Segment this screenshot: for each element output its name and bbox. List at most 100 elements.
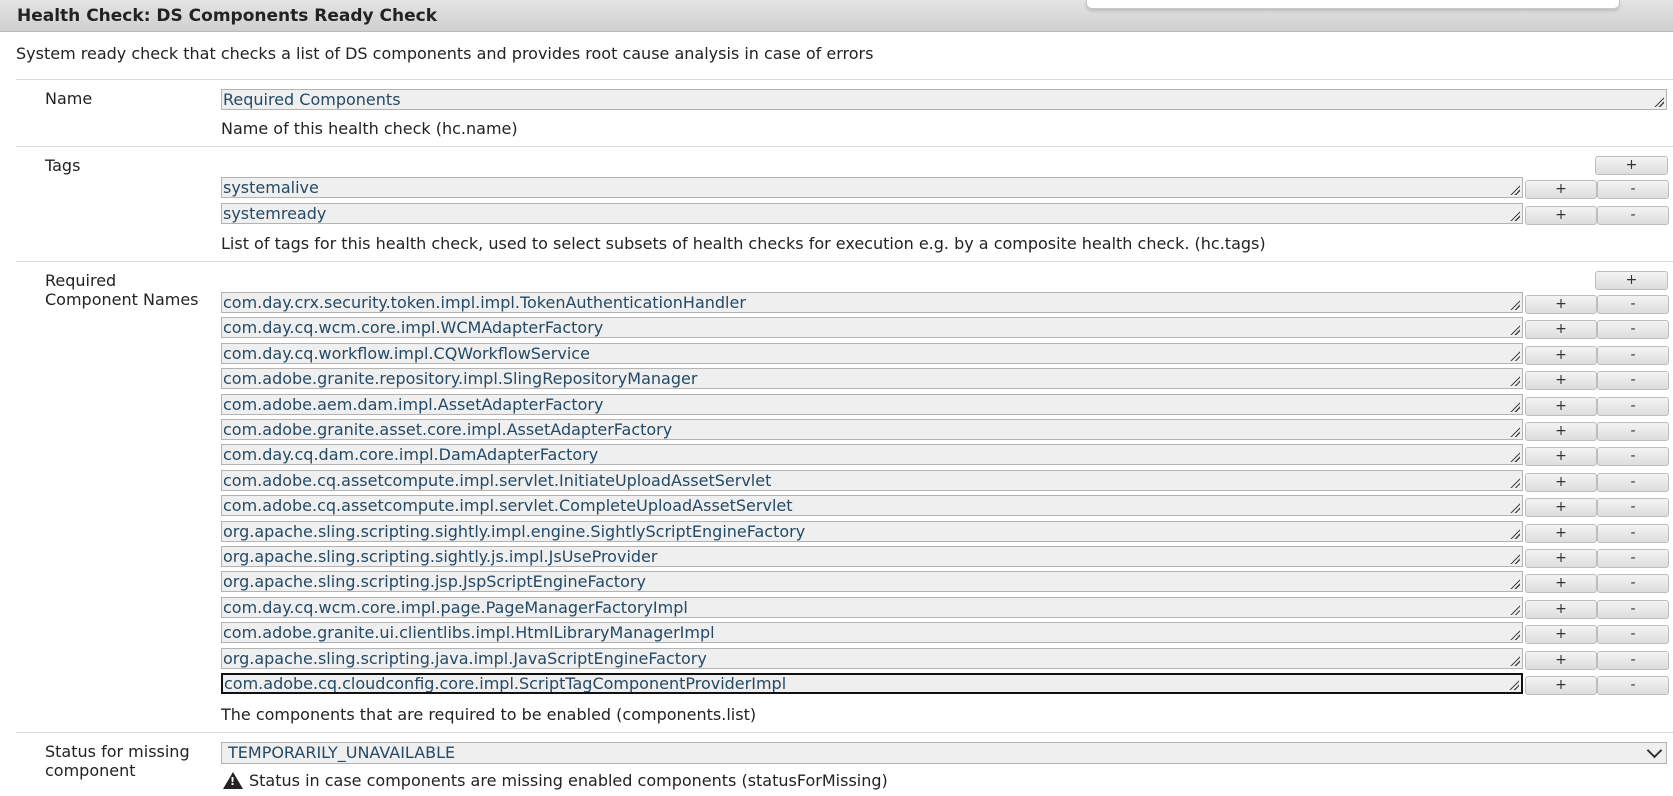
add-entry-button[interactable]: +	[1525, 320, 1597, 340]
resize-grip-icon[interactable]	[1653, 96, 1664, 107]
add-entry-button[interactable]: +	[1525, 447, 1597, 467]
components_field-input-value: org.apache.sling.scripting.sightly.js.im…	[223, 547, 658, 566]
remove-entry-button[interactable]: -	[1597, 180, 1669, 199]
resize-grip-icon[interactable]	[1509, 476, 1520, 488]
components_field-input[interactable]: com.adobe.cq.assetcompute.impl.servlet.C…	[221, 495, 1523, 517]
remove-entry-button[interactable]: -	[1597, 650, 1669, 670]
status-label: Status for missing component	[45, 742, 190, 780]
add-entry-button[interactable]: +	[1525, 625, 1597, 645]
components_field-input[interactable]: com.adobe.cq.cloudconfig.core.impl.Scrip…	[221, 673, 1523, 694]
resize-grip-icon[interactable]	[1509, 426, 1520, 437]
window-title: Health Check: DS Components Ready Check	[17, 6, 438, 26]
components_field-input[interactable]: com.day.cq.workflow.impl.CQWorkflowServi…	[221, 342, 1523, 364]
resize-grip-icon[interactable]	[1509, 184, 1520, 195]
status-label-line2: component	[45, 761, 136, 780]
add-entry-button[interactable]: +	[1525, 498, 1597, 518]
remove-entry-button[interactable]: -	[1597, 447, 1669, 467]
components_field-input[interactable]: com.day.cq.wcm.core.impl.WCMAdapterFacto…	[221, 317, 1523, 339]
name-input[interactable]: Required Components	[221, 89, 1667, 110]
components_field-input[interactable]: com.day.cq.wcm.core.impl.page.PageManage…	[221, 596, 1523, 618]
add-entry-button[interactable]: +	[1525, 205, 1597, 225]
remove-entry-button[interactable]: -	[1597, 498, 1669, 518]
remove-entry-button[interactable]: -	[1597, 205, 1669, 225]
components_field-input[interactable]: com.day.cq.dam.core.impl.DamAdapterFacto…	[221, 444, 1523, 466]
add-entry-button[interactable]: +	[1525, 180, 1597, 199]
components_field-input[interactable]: org.apache.sling.scripting.sightly.js.im…	[221, 546, 1523, 567]
remove-entry-button[interactable]: -	[1597, 422, 1669, 441]
warning-icon	[223, 772, 243, 789]
resize-grip-icon[interactable]	[1509, 578, 1520, 590]
tags_field-input[interactable]: systemalive	[221, 177, 1523, 198]
status-hint: Status in case components are missing en…	[249, 771, 888, 790]
remove-entry-button[interactable]: -	[1597, 396, 1669, 416]
remove-entry-button[interactable]: -	[1597, 295, 1669, 314]
components_field-input[interactable]: com.adobe.cq.assetcompute.impl.servlet.I…	[221, 469, 1523, 491]
status-select[interactable]: TEMPORARILY_UNAVAILABLE	[221, 742, 1667, 764]
components-hint: The components that are required to be e…	[221, 705, 757, 724]
add-entry-button[interactable]: +	[1525, 345, 1597, 365]
resize-grip-icon[interactable]	[1509, 349, 1520, 361]
resize-grip-icon[interactable]	[1509, 629, 1520, 641]
add-entry-button[interactable]: +	[1525, 396, 1597, 416]
components_field-input-value: com.adobe.cq.assetcompute.impl.servlet.I…	[223, 470, 772, 490]
components_field-input[interactable]: com.day.crx.security.token.impl.impl.Tok…	[221, 292, 1523, 313]
remove-entry-button[interactable]: -	[1597, 371, 1669, 391]
tags_field-input-value: systemready	[223, 203, 327, 223]
add-entry-button[interactable]: +	[1525, 523, 1597, 543]
name-hint: Name of this health check (hc.name)	[221, 119, 518, 138]
add-entry-button[interactable]: +	[1525, 549, 1597, 568]
components_field-input[interactable]: com.adobe.granite.repository.impl.SlingR…	[221, 368, 1523, 390]
components-add-button[interactable]: +	[1595, 271, 1668, 290]
components_field-input-value: com.adobe.granite.repository.impl.SlingR…	[223, 369, 698, 389]
components_field-input-value: org.apache.sling.scripting.java.impl.Jav…	[223, 648, 707, 668]
components_field-input-value: com.adobe.granite.ui.clientlibs.impl.Htm…	[223, 623, 715, 643]
resize-grip-icon[interactable]	[1509, 299, 1520, 310]
resize-grip-icon[interactable]	[1509, 451, 1520, 463]
resize-grip-icon[interactable]	[1509, 400, 1520, 412]
remove-entry-button[interactable]: -	[1597, 523, 1669, 543]
resize-grip-icon[interactable]	[1509, 209, 1520, 221]
resize-grip-icon[interactable]	[1509, 502, 1520, 514]
components_field-input-value: com.day.cq.workflow.impl.CQWorkflowServi…	[223, 343, 590, 363]
resize-grip-icon[interactable]	[1508, 679, 1519, 690]
resize-grip-icon[interactable]	[1509, 324, 1520, 336]
remove-entry-button[interactable]: -	[1597, 676, 1669, 695]
chevron-down-icon	[1646, 742, 1663, 759]
components_field-input[interactable]: org.apache.sling.scripting.jsp.JspScript…	[221, 571, 1523, 593]
config-description: System ready check that checks a list of…	[16, 44, 874, 63]
name-label: Name	[45, 89, 93, 108]
tags-add-button[interactable]: +	[1595, 156, 1668, 175]
add-entry-button[interactable]: +	[1525, 574, 1597, 594]
resize-grip-icon[interactable]	[1509, 654, 1520, 666]
remove-entry-button[interactable]: -	[1597, 472, 1669, 492]
components_field-input-value: com.day.crx.security.token.impl.impl.Tok…	[223, 293, 746, 312]
remove-entry-button[interactable]: -	[1597, 320, 1669, 340]
components_field-input-value: org.apache.sling.scripting.jsp.JspScript…	[223, 572, 646, 592]
resize-grip-icon[interactable]	[1509, 527, 1520, 539]
components_field-input[interactable]: com.adobe.aem.dam.impl.AssetAdapterFacto…	[221, 393, 1523, 415]
components_field-input-value: com.day.cq.wcm.core.impl.WCMAdapterFacto…	[223, 318, 604, 338]
remove-entry-button[interactable]: -	[1597, 599, 1669, 619]
remove-entry-button[interactable]: -	[1597, 574, 1669, 594]
add-entry-button[interactable]: +	[1525, 599, 1597, 619]
components-label-line2: Component Names	[45, 290, 199, 309]
components_field-input[interactable]: com.adobe.granite.ui.clientlibs.impl.Htm…	[221, 622, 1523, 644]
resize-grip-icon[interactable]	[1509, 375, 1520, 387]
components_field-input[interactable]: com.adobe.granite.asset.core.impl.AssetA…	[221, 419, 1523, 440]
remove-entry-button[interactable]: -	[1597, 345, 1669, 365]
add-entry-button[interactable]: +	[1525, 676, 1597, 695]
components_field-input[interactable]: org.apache.sling.scripting.sightly.impl.…	[221, 520, 1523, 542]
resize-grip-icon[interactable]	[1509, 603, 1520, 615]
add-entry-button[interactable]: +	[1525, 371, 1597, 391]
remove-entry-button[interactable]: -	[1597, 549, 1669, 568]
add-entry-button[interactable]: +	[1525, 472, 1597, 492]
add-entry-button[interactable]: +	[1525, 295, 1597, 314]
components_field-input-value: com.adobe.cq.cloudconfig.core.impl.Scrip…	[224, 674, 787, 693]
tags_field-input[interactable]: systemready	[221, 202, 1523, 224]
add-entry-button[interactable]: +	[1525, 422, 1597, 441]
components_field-input-value: com.day.cq.dam.core.impl.DamAdapterFacto…	[223, 445, 599, 465]
resize-grip-icon[interactable]	[1509, 553, 1520, 564]
add-entry-button[interactable]: +	[1525, 650, 1597, 670]
remove-entry-button[interactable]: -	[1597, 625, 1669, 645]
components_field-input[interactable]: org.apache.sling.scripting.java.impl.Jav…	[221, 647, 1523, 669]
